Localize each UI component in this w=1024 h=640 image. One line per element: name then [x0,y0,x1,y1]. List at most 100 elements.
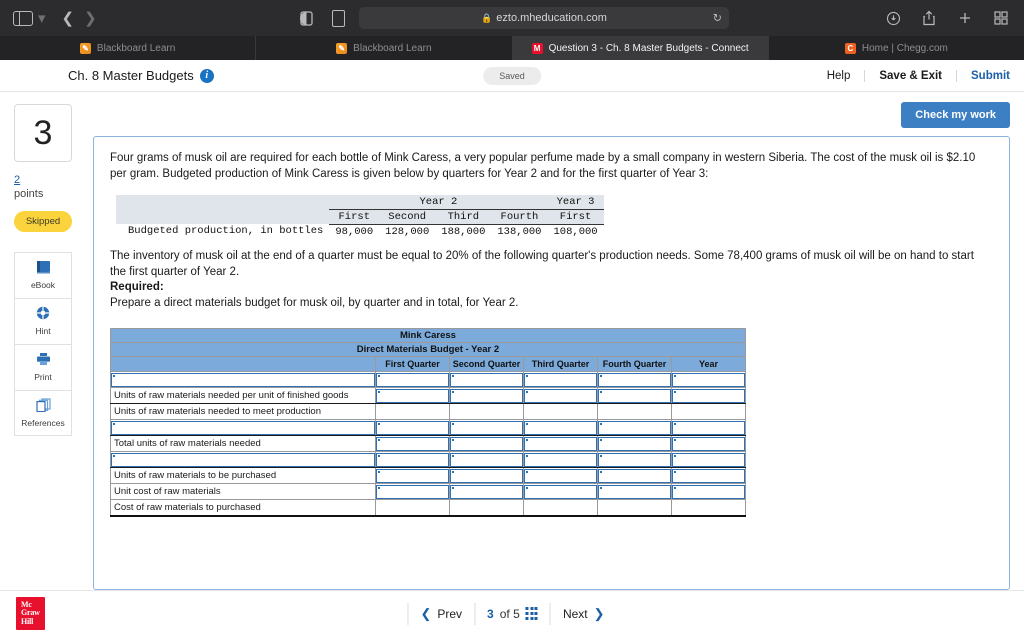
row-label-cell-5[interactable] [110,451,376,469]
cell-r0-c4[interactable] [671,371,746,389]
row-label-cell-0[interactable] [110,371,376,389]
cell-r5-c1[interactable] [449,451,524,469]
cell-r3-c2[interactable] [523,419,598,437]
cell-input-r6-c0[interactable] [376,468,449,483]
cell-input-r3-c0[interactable] [376,420,449,435]
cell-input-r6-c1[interactable] [450,468,523,483]
cell-input-r7-c4[interactable] [672,484,745,499]
prev-button[interactable]: ❮ Prev [408,606,474,622]
submit-button[interactable]: Submit [957,70,1010,82]
cell-input-r4-c0[interactable] [376,436,449,451]
cell-r5-c4[interactable] [671,451,746,469]
cell-input-r1-c3[interactable] [598,388,671,403]
cell-input-r1-c1[interactable] [450,388,523,403]
address-bar[interactable]: 🔒 ezto.mheducation.com ↻ [359,7,729,29]
check-my-work-button[interactable]: Check my work [901,102,1010,128]
cell-input-r1-c0[interactable] [376,388,449,403]
page-settings-icon[interactable] [327,7,349,29]
hint-button[interactable]: Hint [14,297,72,344]
cell-input-r7-c0[interactable] [376,484,449,499]
cell-r6-c3[interactable] [597,467,672,485]
print-button[interactable]: Print [14,343,72,390]
cell-input-r5-c4[interactable] [672,452,745,467]
browser-tab-2-active[interactable]: M Question 3 - Ch. 8 Master Budgets - Co… [512,36,769,60]
cell-r4-c1[interactable] [449,435,524,453]
info-icon[interactable]: i [199,68,214,83]
cell-input-r3-c3[interactable] [598,420,671,435]
cell-r6-c0[interactable] [375,467,450,485]
next-button[interactable]: Next ❯ [551,606,617,622]
row-label-cell-3[interactable] [110,419,376,437]
cell-r4-c0[interactable] [375,435,450,453]
cell-r7-c0[interactable] [375,483,450,501]
save-and-exit-button[interactable]: Save & Exit [865,69,958,82]
cell-input-r0-c3[interactable] [598,372,671,387]
cell-r4-c4[interactable] [671,435,746,453]
cell-input-r5-c1[interactable] [450,452,523,467]
row-label-input-5[interactable] [111,452,375,467]
cell-input-r0-c1[interactable] [450,372,523,387]
points-value[interactable]: 2 [14,174,86,188]
back-button[interactable]: ❮ [62,11,75,26]
cell-r1-c3[interactable] [597,387,672,405]
cell-r3-c0[interactable] [375,419,450,437]
sidebar-toggle-button[interactable] [12,7,34,29]
cell-r0-c1[interactable] [449,371,524,389]
cell-input-r7-c3[interactable] [598,484,671,499]
cell-input-r1-c2[interactable] [524,388,597,403]
cell-input-r0-c2[interactable] [524,372,597,387]
cell-input-r7-c2[interactable] [524,484,597,499]
cell-r6-c2[interactable] [523,467,598,485]
cell-input-r5-c2[interactable] [524,452,597,467]
cell-r6-c1[interactable] [449,467,524,485]
row-label-input-0[interactable] [111,372,375,387]
ebook-button[interactable]: eBook [14,251,72,298]
cell-r0-c0[interactable] [375,371,450,389]
references-button[interactable]: References [14,389,72,436]
cell-r0-c3[interactable] [597,371,672,389]
tab-overview-icon[interactable] [990,7,1012,29]
cell-input-r7-c1[interactable] [450,484,523,499]
cell-input-r5-c3[interactable] [598,452,671,467]
cell-input-r6-c2[interactable] [524,468,597,483]
cell-r1-c4[interactable] [671,387,746,405]
new-tab-icon[interactable] [954,7,976,29]
cell-input-r4-c1[interactable] [450,436,523,451]
cell-r0-c2[interactable] [523,371,598,389]
help-link[interactable]: Help [813,69,866,82]
forward-button[interactable]: ❯ [84,11,97,26]
reader-mode-icon[interactable] [295,7,317,29]
cell-input-r5-c0[interactable] [376,452,449,467]
share-icon[interactable] [918,7,940,29]
cell-r5-c3[interactable] [597,451,672,469]
cell-input-r6-c4[interactable] [672,468,745,483]
cell-input-r4-c4[interactable] [672,436,745,451]
reload-icon[interactable]: ↻ [713,12,722,25]
cell-r4-c2[interactable] [523,435,598,453]
cell-r1-c0[interactable] [375,387,450,405]
cell-input-r1-c4[interactable] [672,388,745,403]
cell-r5-c2[interactable] [523,451,598,469]
browser-tab-1[interactable]: ✎ Blackboard Learn [256,36,513,60]
cell-r7-c3[interactable] [597,483,672,501]
cell-r6-c4[interactable] [671,467,746,485]
browser-tab-0[interactable]: ✎ Blackboard Learn [0,36,257,60]
browser-tab-3[interactable]: C Home | Chegg.com [769,36,1024,60]
cell-input-r3-c1[interactable] [450,420,523,435]
cell-r3-c1[interactable] [449,419,524,437]
cell-input-r4-c3[interactable] [598,436,671,451]
cell-r5-c0[interactable] [375,451,450,469]
cell-r1-c2[interactable] [523,387,598,405]
cell-r4-c3[interactable] [597,435,672,453]
cell-input-r0-c4[interactable] [672,372,745,387]
cell-r3-c4[interactable] [671,419,746,437]
cell-r1-c1[interactable] [449,387,524,405]
cell-input-r3-c4[interactable] [672,420,745,435]
cell-input-r6-c3[interactable] [598,468,671,483]
grid-icon[interactable] [525,607,538,620]
cell-r7-c1[interactable] [449,483,524,501]
sidebar-dropdown-icon[interactable]: ▾ [38,11,46,26]
downloads-icon[interactable] [882,7,904,29]
cell-input-r4-c2[interactable] [524,436,597,451]
cell-r7-c2[interactable] [523,483,598,501]
